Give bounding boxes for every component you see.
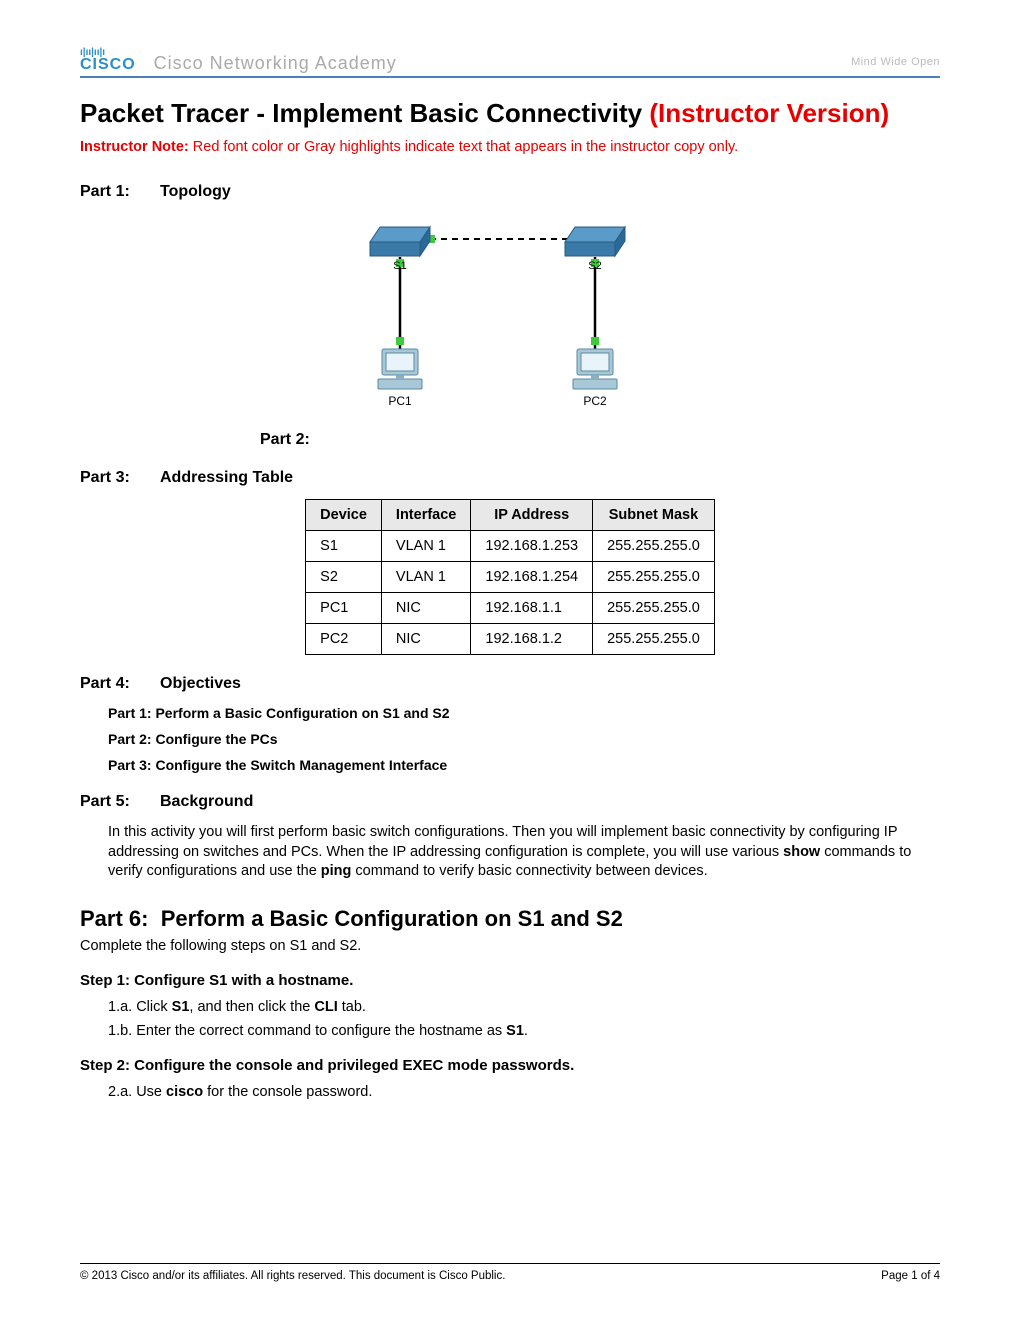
step-text: .: [524, 1023, 528, 1039]
part4-label: Part 4:: [80, 675, 160, 693]
bg-bold: ping: [321, 863, 352, 879]
cell-interface: VLAN 1: [381, 562, 470, 593]
part4-heading: Part 4: Objectives: [80, 675, 940, 693]
step-bold: S1: [172, 999, 190, 1015]
cell-mask: 255.255.255.0: [593, 531, 715, 562]
footer-copyright: © 2013 Cisco and/or its affiliates. All …: [80, 1270, 505, 1282]
cell-device: S1: [306, 531, 382, 562]
title-main: Packet Tracer - Implement Basic Connecti…: [80, 98, 649, 128]
part5-text: Background: [160, 793, 253, 811]
part1-heading: Part 1: Topology: [80, 183, 940, 201]
cell-device: PC1: [306, 593, 382, 624]
step-text: 1.b. Enter the correct command to config…: [108, 1023, 506, 1039]
cell-mask: 255.255.255.0: [593, 562, 715, 593]
table-row: S2 VLAN 1 192.168.1.254 255.255.255.0: [306, 562, 715, 593]
tagline: Mind Wide Open: [851, 56, 940, 68]
part6-label: Part 6:: [80, 906, 148, 931]
footer-page: Page 1 of 4: [881, 1270, 940, 1282]
step-text: , and then click the: [189, 999, 314, 1015]
step1-items: 1.a. Click S1, and then click the CLI ta…: [108, 999, 940, 1039]
objective-item: Part 1: Perform a Basic Configuration on…: [108, 705, 940, 721]
switch-s1-icon: [370, 227, 430, 256]
part1-text: Topology: [160, 183, 231, 201]
bg-text: In this activity you will first perform …: [108, 824, 897, 860]
switch-s2-icon: [565, 227, 625, 256]
objective-item: Part 3: Configure the Switch Management …: [108, 757, 940, 773]
cell-device: PC2: [306, 624, 382, 655]
page-title: Packet Tracer - Implement Basic Connecti…: [80, 98, 940, 129]
cell-device: S2: [306, 562, 382, 593]
switch-s2-label: S2: [588, 260, 601, 272]
cell-interface: NIC: [381, 624, 470, 655]
cell-ip: 192.168.1.1: [471, 593, 593, 624]
th-device: Device: [306, 500, 382, 531]
objective-item: Part 2: Configure the PCs: [108, 731, 940, 747]
pc1-label: PC1: [388, 394, 412, 408]
page-header: ı|ıı|ıı|ı CISCO Cisco Networking Academy…: [80, 50, 940, 78]
part6-heading: Part 6: Perform a Basic Configuration on…: [80, 906, 940, 932]
academy-title: Cisco Networking Academy: [154, 53, 397, 74]
step1-heading: Step 1: Configure S1 with a hostname.: [80, 972, 940, 989]
cisco-logo-text: CISCO: [80, 56, 136, 73]
part1-label: Part 1:: [80, 183, 160, 201]
topology-svg: S1 S2 PC1 PC2: [360, 217, 660, 417]
step-bold: S1: [506, 1023, 524, 1039]
table-row: PC2 NIC 192.168.1.2 255.255.255.0: [306, 624, 715, 655]
objectives-list: Part 1: Perform a Basic Configuration on…: [108, 705, 940, 773]
instructor-note-label: Instructor Note:: [80, 139, 189, 155]
part3-label: Part 3:: [80, 469, 160, 487]
part6-text: Perform a Basic Configuration on S1 and …: [161, 906, 623, 931]
part2-heading: Part 2:: [260, 431, 940, 449]
part2-label: Part 2:: [260, 431, 310, 448]
step-text: tab.: [338, 999, 366, 1015]
step2-items: 2.a. Use cisco for the console password.: [108, 1084, 940, 1100]
cell-interface: NIC: [381, 593, 470, 624]
addressing-table: Device Interface IP Address Subnet Mask …: [305, 499, 715, 655]
bg-text: command to verify basic connectivity bet…: [351, 863, 707, 879]
part4-text: Objectives: [160, 675, 241, 693]
th-mask: Subnet Mask: [593, 500, 715, 531]
page-footer: © 2013 Cisco and/or its affiliates. All …: [80, 1263, 940, 1282]
cisco-logo: ı|ıı|ıı|ı CISCO: [80, 50, 136, 74]
cell-mask: 255.255.255.0: [593, 624, 715, 655]
step-item: 2.a. Use cisco for the console password.: [108, 1084, 940, 1100]
part5-heading: Part 5: Background: [80, 793, 940, 811]
pc2-label: PC2: [583, 394, 607, 408]
th-ip: IP Address: [471, 500, 593, 531]
topology-diagram: S1 S2 PC1 PC2: [80, 217, 940, 417]
step2-heading: Step 2: Configure the console and privil…: [80, 1057, 940, 1074]
step-bold: CLI: [314, 999, 337, 1015]
cell-ip: 192.168.1.253: [471, 531, 593, 562]
table-header-row: Device Interface IP Address Subnet Mask: [306, 500, 715, 531]
step-bold: cisco: [166, 1084, 203, 1100]
instructor-note: Instructor Note: Red font color or Gray …: [80, 139, 940, 155]
switch-s1-label: S1: [393, 260, 406, 272]
step-text: 1.a. Click: [108, 999, 172, 1015]
cell-ip: 192.168.1.2: [471, 624, 593, 655]
instructor-note-text: Red font color or Gray highlights indica…: [189, 139, 738, 155]
step-text: for the console password.: [203, 1084, 372, 1100]
table-row: PC1 NIC 192.168.1.1 255.255.255.0: [306, 593, 715, 624]
pc2-icon: [573, 349, 617, 389]
pc1-icon: [378, 349, 422, 389]
background-paragraph: In this activity you will first perform …: [108, 823, 940, 882]
th-interface: Interface: [381, 500, 470, 531]
cell-mask: 255.255.255.0: [593, 593, 715, 624]
step-item: 1.a. Click S1, and then click the CLI ta…: [108, 999, 940, 1015]
title-instructor-tag: (Instructor Version): [649, 98, 889, 128]
table-row: S1 VLAN 1 192.168.1.253 255.255.255.0: [306, 531, 715, 562]
part5-label: Part 5:: [80, 793, 160, 811]
part3-heading: Part 3: Addressing Table: [80, 469, 940, 487]
part3-text: Addressing Table: [160, 469, 293, 487]
step-item: 1.b. Enter the correct command to config…: [108, 1023, 940, 1039]
bg-bold: show: [783, 844, 820, 860]
step-text: 2.a. Use: [108, 1084, 166, 1100]
part6-subtext: Complete the following steps on S1 and S…: [80, 938, 940, 954]
cell-ip: 192.168.1.254: [471, 562, 593, 593]
cell-interface: VLAN 1: [381, 531, 470, 562]
